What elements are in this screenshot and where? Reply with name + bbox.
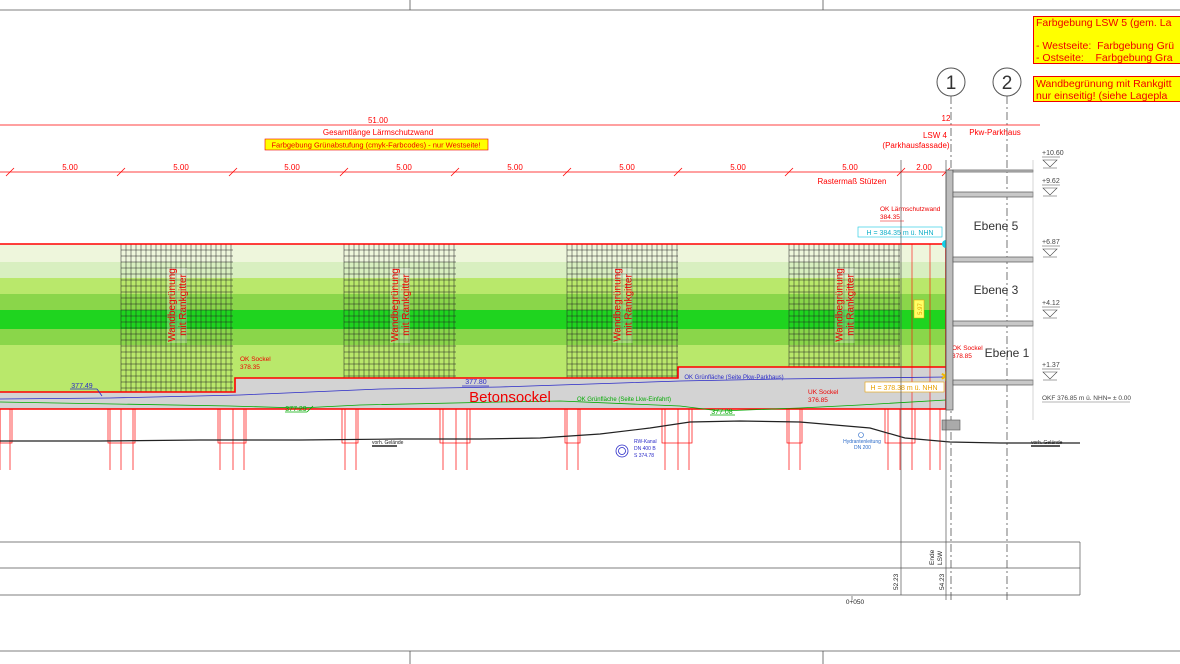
uk-sockel-label: UK Sockel (808, 389, 839, 396)
val-377-29: 377.29 (285, 406, 307, 413)
h1-label: H = 384.35 m ü. NHN (866, 230, 933, 237)
raster-label: Rastermaß Stützen (818, 177, 887, 186)
ground-label: vorh. Gelände (372, 440, 404, 446)
ebene3-label: Ebene 3 (974, 283, 1019, 297)
ende-1: Ende (929, 549, 936, 565)
spacing-label: 5.00 (284, 163, 300, 172)
hydrant-2: DN 200 (854, 445, 871, 451)
elevation-value: +9.62 (1042, 178, 1060, 185)
spacing-label: 5.00 (173, 163, 189, 172)
ok-sockel2-value: 378.85 (952, 353, 972, 360)
spacing-label: 5.00 (396, 163, 412, 172)
elevation-marker: +9.62 (1042, 178, 1060, 197)
ebene5-label: Ebene 5 (974, 219, 1019, 233)
lsw4-value: 12 (942, 114, 951, 123)
color-notes: Farbgebung LSW 5 (gem. La - Westseite: F… (1033, 16, 1180, 64)
pile-cap (439, 408, 471, 444)
greening-text-1: Wandbegrünung (835, 268, 846, 342)
elevation-marker: +1.37 (1042, 362, 1060, 381)
ok-sockel-label: OK Sockel (240, 356, 271, 363)
rw-kanal-1: RW-Kanal (634, 439, 657, 445)
km-54: 54.23 (939, 573, 946, 590)
axis-1-label: 1 (946, 73, 957, 94)
val-377-80: 377.80 (465, 379, 487, 386)
greening-text-1: Wandbegrünung (167, 268, 178, 342)
pile-cap (217, 408, 247, 444)
elevation-value: +1.37 (1042, 362, 1060, 369)
last-spacing: 2.00 (916, 163, 932, 172)
axis-2-label: 2 (1002, 73, 1013, 94)
spacing-label: 5.00 (62, 163, 78, 172)
elevation-value: +4.12 (1042, 300, 1060, 307)
greening-label: Wandbegrünung mit Rankgitter (167, 268, 189, 343)
spacing-label: 5.00 (507, 163, 523, 172)
greening-label: Wandbegrünung mit Rankgitter (834, 268, 857, 343)
greening-text-2: mit Rankgitter (401, 273, 412, 335)
km-52: 52.23 (893, 573, 900, 590)
greening-text-1: Wandbegrünung (613, 268, 624, 342)
spacing-label: 5.00 (619, 163, 635, 172)
east-note: - Ostseite: Farbgebung Gra (1036, 51, 1173, 64)
spacing-dimension: 5.00 5.00 5.00 5.00 5.00 5.00 5.00 5.00 2.00 Ra… (0, 163, 951, 186)
ground-profile: vorh. Gelände vorh. Gelände RW-Kanal DN … (0, 420, 1080, 459)
total-length-label: Gesamtlänge Lärmschutzwand (323, 128, 433, 137)
greening-notes: Wandbegrünung mit Rankgitt nur einseitig… (1033, 76, 1180, 102)
greening-text-2: mit Rankgitter (846, 273, 857, 335)
parkhaus-label: Pkw-Parkhaus (969, 128, 1021, 137)
station-value: 0+050 (846, 599, 865, 606)
h2-label: H = 378.38 m ü. NHN (870, 385, 937, 392)
greening-label: Wandbegrünung mit Rankgitter (612, 268, 635, 343)
ok-wall-value: 384.35 (880, 214, 900, 221)
rw-kanal-2: DN 400 B (634, 446, 656, 452)
greening-text-2: mit Rankgitter (178, 273, 189, 335)
greening-label: Wandbegrünung mit Rankgitter (390, 268, 412, 343)
ebene1-label: Ebene 1 (985, 346, 1030, 360)
ende-2: LSW (937, 550, 944, 565)
ok-sockel2-label: OK Sockel (952, 345, 983, 352)
color-title: Farbgebung LSW 5 (gem. La (1036, 17, 1172, 29)
rw-kanal-3: S 374.78 (634, 453, 654, 459)
ok-sockel-value: 378.35 (240, 364, 260, 371)
pile-cap (341, 408, 359, 444)
ok-gruen-lkw: OK Grünfläche (Seite Lkw-Einfahrt) (577, 397, 671, 403)
elevation-drawing: 1 2 51.00 Gesamtlänge Lärmschutzwand Far… (0, 0, 1180, 664)
greening-note-1: Wandbegrünung mit Rankgitt (1036, 78, 1172, 90)
west-note: - Westseite: Farbgebung Grü (1036, 40, 1175, 52)
elevation-value: +10.60 (1042, 150, 1064, 157)
elevation-marker: +10.60 (1042, 150, 1064, 169)
elevation-marker: +6.87 (1042, 239, 1060, 258)
greening-note-2: nur einseitig! (siehe Lagepla (1036, 90, 1168, 102)
parking-garage: Ebene 5 Ebene 3 Ebene 1 +10.60 +9.62 +6.87… (941, 150, 1131, 431)
greening-text-2: mit Rankgitter (624, 273, 635, 335)
okf-label: OKF 376.85 m ü. NHN= ± 0.00 (1042, 395, 1131, 402)
total-length-value: 51.00 (368, 116, 389, 125)
ok-wall-label: OK Lärmschutzwand (880, 206, 941, 213)
elevation-marker: +4.12 (1042, 300, 1060, 319)
spacing-label: 5.00 (842, 163, 858, 172)
base-label: Betonsockel (469, 389, 551, 406)
color-band-note: Farbgebung Grünabstufung (cmyk-Farbcodes… (271, 141, 480, 150)
elevation-value: +6.87 (1042, 239, 1060, 246)
lsw4-sub: (Parkhausfassade) (882, 141, 949, 150)
uk-sockel-value: 376.85 (808, 397, 828, 404)
lsw4-label: LSW 4 (923, 131, 948, 140)
val-377-49: 377.49 (71, 383, 93, 390)
ok-gruen-pkw: OK Grünfläche (Seite Pkw-Parkhaus) (684, 375, 783, 381)
height-marker: 5.97 (918, 303, 924, 315)
spacing-label: 5.00 (730, 163, 746, 172)
total-dimension: 51.00 Gesamtlänge Lärmschutzwand Farbgeb… (0, 114, 1040, 151)
pile-cap (107, 408, 136, 444)
greening-text-1: Wandbegrünung (390, 268, 401, 342)
val-377-08: 377.08 (711, 409, 733, 416)
station-labels: Ende LSW 52.23 54.23 0+050 (846, 549, 946, 606)
ground-label-2: vorh. Gelände (1031, 440, 1063, 446)
